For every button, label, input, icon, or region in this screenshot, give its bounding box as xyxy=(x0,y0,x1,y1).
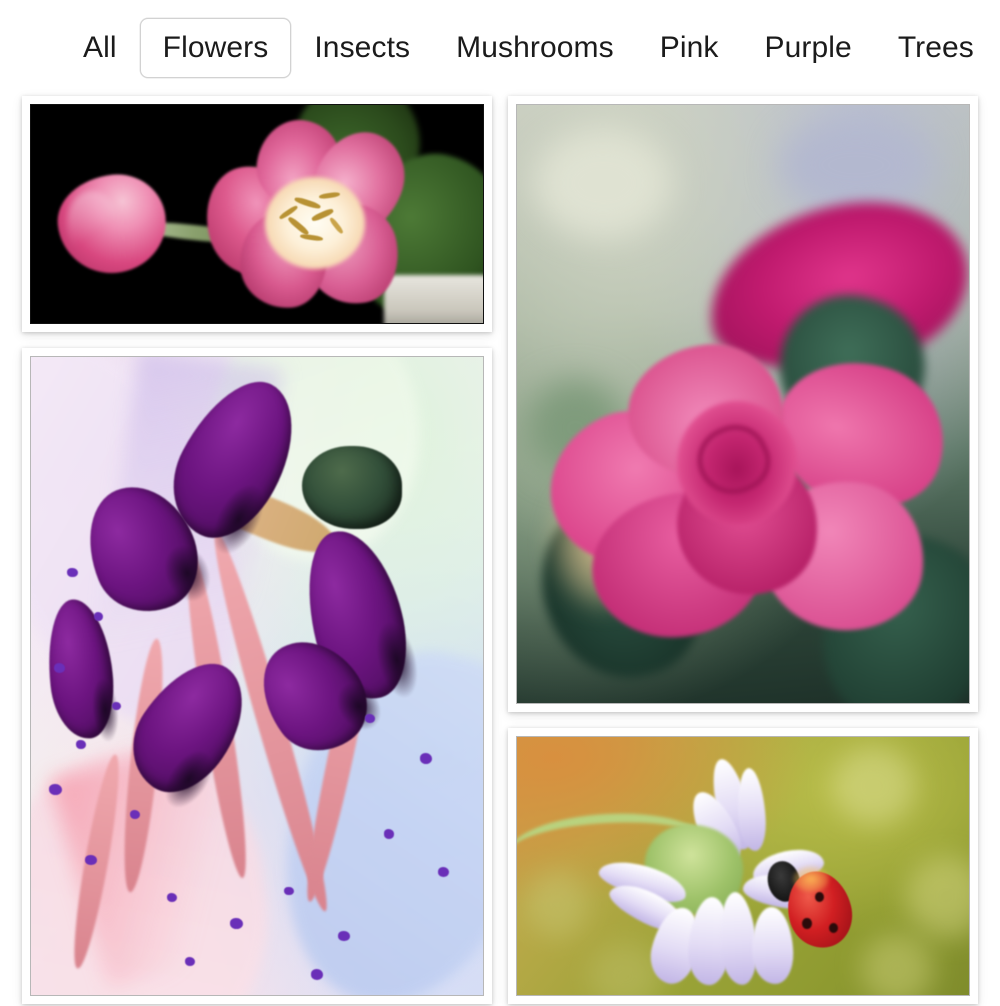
bokeh-shape xyxy=(526,871,590,939)
ladybug-scene xyxy=(517,737,969,995)
photo-lily-macro[interactable] xyxy=(30,356,484,996)
photo-ladybug[interactable] xyxy=(516,736,970,996)
tag-filter-bar: All Flowers Insects Mushrooms Pink Purpl… xyxy=(0,0,1000,96)
photo-card-tulips[interactable] xyxy=(22,96,492,332)
photo-card-lily-macro[interactable] xyxy=(22,348,492,1004)
tulip-bloom xyxy=(193,115,419,312)
tulip-bud xyxy=(53,169,172,279)
photo-tulips[interactable] xyxy=(30,104,484,324)
bokeh-shape xyxy=(833,747,915,825)
bokeh-shape xyxy=(905,855,969,939)
speck xyxy=(49,784,62,796)
lily-scene xyxy=(31,357,483,995)
speck xyxy=(67,567,78,578)
rose-bloom xyxy=(527,332,963,649)
gallery-left-column xyxy=(22,96,492,1006)
photo-card-ladybug[interactable] xyxy=(508,728,978,1004)
speck xyxy=(311,969,323,980)
speck xyxy=(383,829,395,839)
tag-insects[interactable]: Insects xyxy=(291,18,433,78)
speck xyxy=(76,739,87,750)
tag-all[interactable]: All xyxy=(60,18,140,78)
tag-trees[interactable]: Trees xyxy=(875,18,997,78)
tag-purple[interactable]: Purple xyxy=(741,18,874,78)
speck xyxy=(419,752,433,765)
petal-shape xyxy=(750,906,795,986)
ladybug-spot xyxy=(828,922,838,934)
speck xyxy=(229,918,243,930)
photo-card-pink-rose[interactable] xyxy=(508,96,978,712)
bloom-center xyxy=(265,177,365,270)
speck xyxy=(112,701,122,710)
ladybug-spot xyxy=(801,917,812,930)
speck xyxy=(85,854,97,865)
tag-flowers[interactable]: Flowers xyxy=(139,18,292,78)
speck xyxy=(437,867,449,877)
rose-scene xyxy=(517,105,969,703)
tag-mushrooms[interactable]: Mushrooms xyxy=(433,18,637,78)
photo-gallery xyxy=(0,96,1000,1006)
gallery-right-column xyxy=(508,96,978,1006)
bokeh-shape xyxy=(535,128,671,237)
speck xyxy=(365,714,375,723)
tag-pink[interactable]: Pink xyxy=(637,18,742,78)
tulip-scene xyxy=(31,105,483,323)
bokeh-shape xyxy=(860,933,933,995)
speck xyxy=(184,956,195,966)
photo-pink-rose[interactable] xyxy=(516,104,970,704)
ladybug-highlight xyxy=(792,866,829,892)
bokeh-shape xyxy=(779,116,933,213)
stigma-shape xyxy=(302,446,402,530)
